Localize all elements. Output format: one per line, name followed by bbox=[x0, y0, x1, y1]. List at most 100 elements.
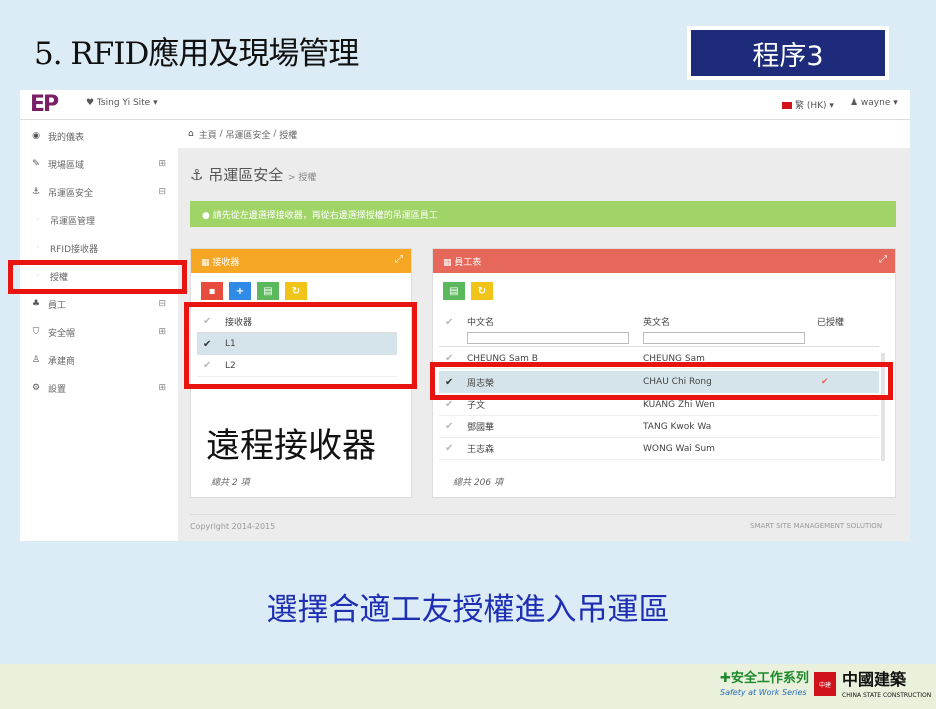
slide-caption: 選擇合適工友授權進入吊運區 bbox=[266, 592, 670, 628]
highlight-receiver-list bbox=[184, 302, 417, 389]
breadcrumb-section[interactable]: 吊運區安全 bbox=[226, 128, 271, 141]
sidebar: ◉ 我的儀表 ✎ 現場區域 ⊞ ⚓ 吊運區安全 ⊟ · 吊運區管理 · RFID接收器 · 授權… bbox=[20, 120, 178, 541]
row-checkbox[interactable]: ✔ bbox=[445, 443, 453, 454]
csc-name-cn: 中國建築 bbox=[842, 670, 907, 689]
export-button[interactable]: ▤ bbox=[443, 282, 465, 300]
column-header-english-name[interactable]: 英文名 bbox=[643, 311, 670, 331]
column-header-authorized[interactable]: 已授權 bbox=[817, 311, 844, 331]
receiver-panel-title: ▦ 接收器 bbox=[201, 257, 240, 268]
hk-flag-icon bbox=[782, 102, 792, 109]
column-header-chinese-name[interactable]: 中文名 bbox=[467, 311, 494, 331]
user-menu[interactable]: ♟ wayne ▾ bbox=[850, 98, 898, 108]
expand-icon[interactable]: ⤢ bbox=[879, 254, 887, 265]
breadcrumb-separator: / bbox=[216, 129, 226, 139]
employee-chinese-name: 王志森 bbox=[467, 445, 495, 455]
csc-logo: 中國建築 CHINA STATE CONSTRUCTION bbox=[842, 672, 931, 704]
employee-panel-header: ▦ 員工表 ⤢ bbox=[433, 249, 895, 273]
add-button[interactable]: + bbox=[229, 282, 251, 300]
employee-count: 總共 206 項 bbox=[453, 478, 503, 488]
highlight-authorization-menu bbox=[8, 260, 187, 294]
employee-english-name: WONG Wai Sum bbox=[643, 443, 715, 454]
sidebar-item-dashboard[interactable]: ◉ 我的儀表 bbox=[20, 122, 178, 150]
site-select[interactable]: ♥ Tsing Yi Site ▾ bbox=[86, 98, 158, 108]
sidebar-item-site-area[interactable]: ✎ 現場區域 ⊞ bbox=[20, 150, 178, 178]
expand-icon: ⊞ bbox=[158, 159, 166, 169]
person-icon: ♙ bbox=[31, 355, 41, 365]
sidebar-item-label: 設置 bbox=[48, 384, 67, 395]
refresh-icon: ↻ bbox=[477, 285, 487, 297]
expand-icon[interactable]: ⤢ bbox=[395, 254, 403, 265]
sub-dot-icon: · bbox=[36, 243, 40, 253]
home-icon[interactable]: ⌂ bbox=[188, 129, 194, 139]
refresh-button[interactable]: ↻ bbox=[471, 282, 493, 300]
sidebar-item-settings[interactable]: ⚙ 設置 ⊞ bbox=[20, 374, 178, 402]
breadcrumb-page: 授權 bbox=[279, 130, 298, 141]
sidebar-item-contractor[interactable]: ♙ 承建商 bbox=[20, 346, 178, 374]
sidebar-item-helmet[interactable]: ⛉ 安全帽 ⊞ bbox=[20, 318, 178, 346]
remote-receiver-label: 遠程接收器 bbox=[206, 418, 376, 467]
expand-icon: ⊞ bbox=[158, 327, 166, 337]
sidebar-item-label: 員工 bbox=[48, 300, 67, 311]
receiver-count: 總共 2 項 bbox=[211, 478, 250, 488]
employee-chinese-name: 鄧國華 bbox=[467, 423, 495, 433]
add-icon: + bbox=[235, 285, 245, 297]
shield-icon: ⛉ bbox=[32, 327, 40, 337]
top-bar: EP ♥ Tsing Yi Site ▾ 繁 (HK) ▾ ♟ wayne ▾ bbox=[20, 90, 910, 120]
settings-icon: ⚙ bbox=[31, 383, 41, 393]
select-all-checkbox[interactable]: ✔ bbox=[445, 317, 453, 328]
cogs-icon: ✎ bbox=[32, 159, 40, 169]
slide-title: 5. RFID應用及現場管理 bbox=[34, 36, 359, 72]
refresh-button[interactable]: ↻ bbox=[285, 282, 307, 300]
row-checkbox[interactable]: ✔ bbox=[445, 421, 453, 432]
sidebar-item-lifting-zone-mgmt[interactable]: · 吊運區管理 bbox=[20, 206, 178, 234]
row-checkbox[interactable]: ✔ bbox=[445, 399, 453, 410]
page-title: ⚓ 吊運區安全 > 授權 bbox=[190, 164, 316, 185]
divider bbox=[190, 514, 896, 515]
export-button[interactable]: ▤ bbox=[257, 282, 279, 300]
filter-input-english-name[interactable] bbox=[643, 332, 805, 344]
refresh-icon: ↻ bbox=[291, 285, 301, 297]
language-select[interactable]: 繁 (HK) ▾ bbox=[782, 98, 834, 111]
sidebar-item-label: 我的儀表 bbox=[48, 132, 85, 143]
sidebar-item-label: 安全帽 bbox=[48, 328, 76, 339]
sidebar-item-label: 吊運區管理 bbox=[50, 216, 96, 227]
csc-name-en: CHINA STATE CONSTRUCTION bbox=[842, 692, 932, 699]
step-badge: 程序3 bbox=[687, 26, 889, 80]
breadcrumb-home[interactable]: 主頁 bbox=[199, 128, 217, 141]
copyright: Copyright 2014-2015 bbox=[190, 522, 276, 531]
app-logo[interactable]: EP bbox=[30, 93, 59, 117]
export-icon: ▤ bbox=[263, 285, 273, 297]
receiver-panel-header: ▦ 接收器 ⤢ bbox=[191, 249, 411, 273]
solution-tagline: SMART SITE MANAGEMENT SOLUTION bbox=[750, 522, 883, 530]
employee-panel-title: ▦ 員工表 bbox=[443, 257, 482, 268]
collapse-icon: ⊟ bbox=[158, 187, 166, 197]
dashboard-icon: ◉ bbox=[32, 131, 40, 141]
safety-series-logo: ✚安全工作系列 Safety at Work Series bbox=[720, 672, 809, 700]
sidebar-item-employees[interactable]: ♣ 員工 ⊟ bbox=[20, 290, 178, 318]
crane-icon: ⚓ bbox=[190, 166, 209, 184]
collapse-icon: ⊟ bbox=[158, 299, 166, 309]
safety-series-cn: ✚安全工作系列 bbox=[720, 671, 809, 686]
sidebar-item-label: 承建商 bbox=[48, 356, 76, 367]
table-row[interactable]: ✔ 鄧國華 TANG Kwok Wa bbox=[439, 416, 879, 438]
page-title-text: 吊運區安全 bbox=[208, 166, 284, 184]
sidebar-item-label: 吊運區安全 bbox=[48, 188, 94, 199]
step-badge-label: 程序3 bbox=[691, 30, 885, 76]
sidebar-item-rfid-receiver[interactable]: · RFID接收器 bbox=[20, 234, 178, 262]
sidebar-item-lifting-safety[interactable]: ⚓ 吊運區安全 ⊟ bbox=[20, 178, 178, 206]
employee-english-name: TANG Kwok Wa bbox=[643, 421, 712, 432]
delete-icon: ▪ bbox=[208, 285, 216, 297]
delete-button[interactable]: ▪ bbox=[201, 282, 223, 300]
instruction-alert: ● 請先從左邊選擇接收器，再從右邊選擇授權的吊運區員工 bbox=[190, 201, 896, 227]
sidebar-item-label: RFID接收器 bbox=[50, 244, 99, 255]
export-icon: ▤ bbox=[449, 285, 459, 297]
grid-header: ✔ 中文名 英文名 已授權 bbox=[439, 311, 879, 347]
table-row[interactable]: ✔ 王志森 WONG Wai Sum bbox=[439, 438, 879, 460]
filter-input-chinese-name[interactable] bbox=[467, 332, 629, 344]
breadcrumb-separator: / bbox=[270, 129, 280, 139]
sidebar-item-label: 現場區域 bbox=[48, 160, 85, 171]
users-icon: ♣ bbox=[31, 299, 41, 309]
sub-dot-icon: · bbox=[36, 215, 40, 225]
highlight-selected-employee bbox=[430, 362, 893, 400]
safety-series-en: Safety at Work Series bbox=[720, 688, 807, 697]
